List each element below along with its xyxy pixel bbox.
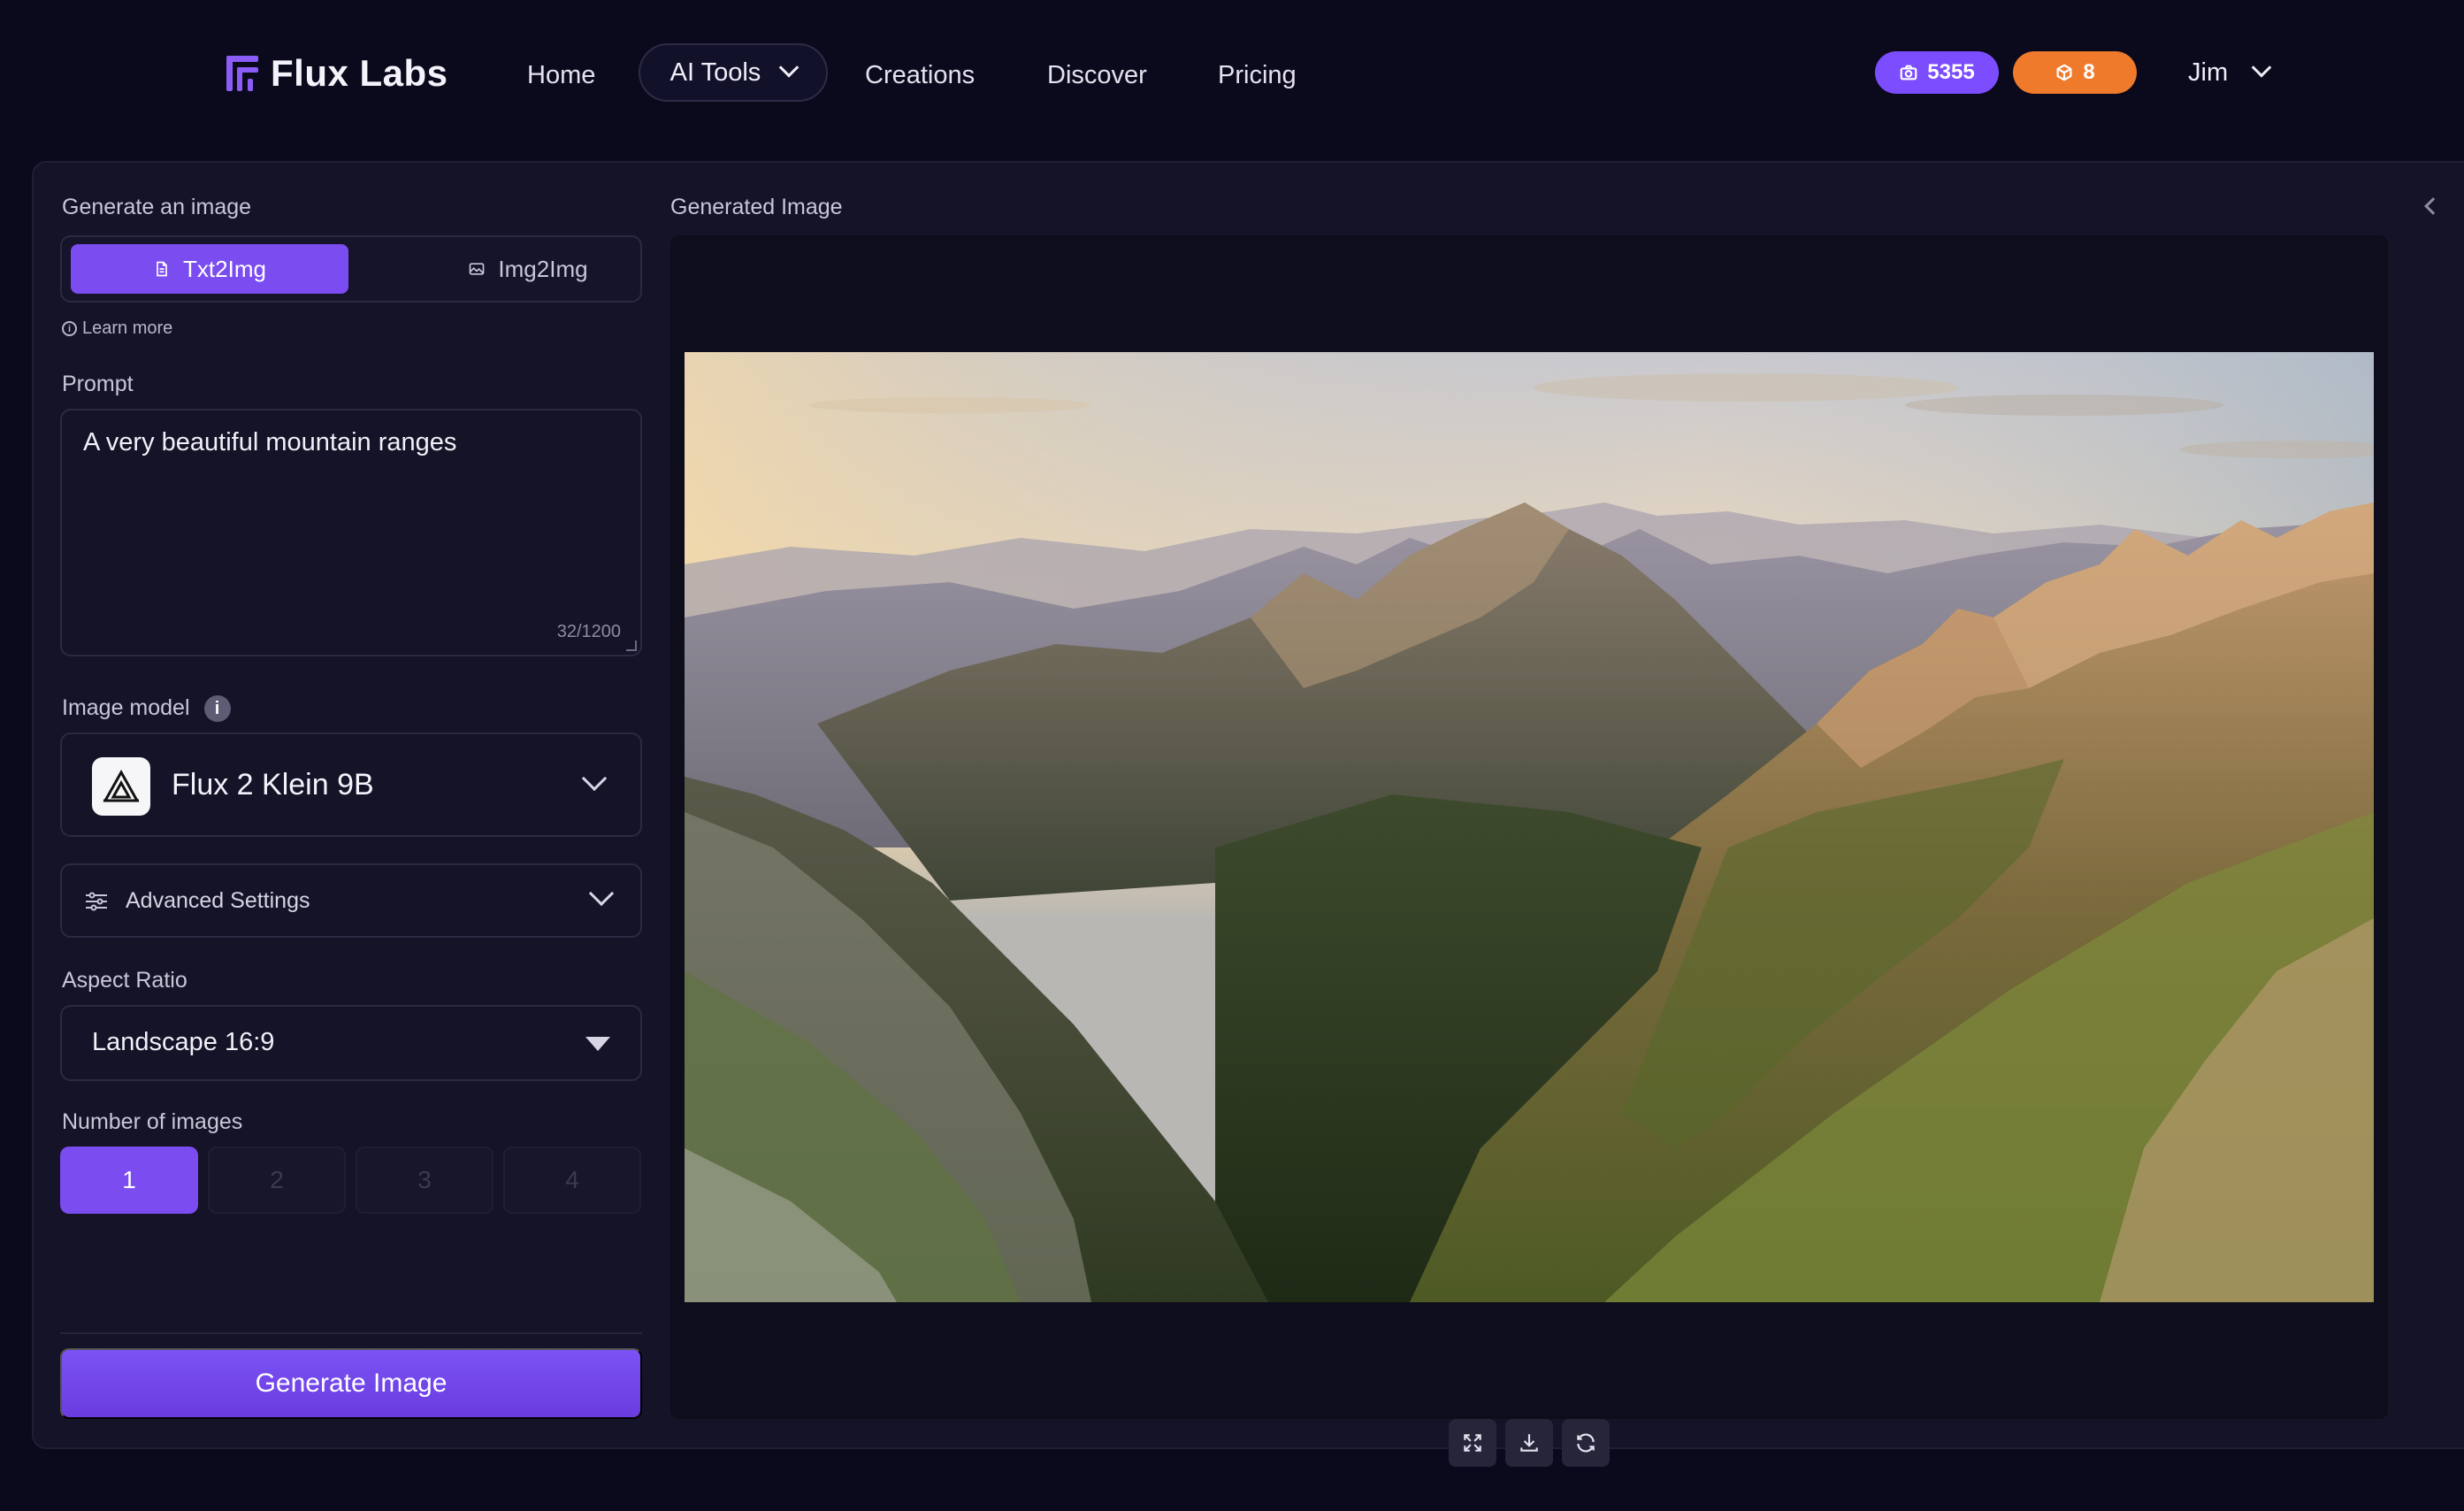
download-button[interactable]	[1505, 1419, 1553, 1467]
nav-ai-tools-label: AI Tools	[670, 58, 761, 87]
caret-down-icon	[585, 1037, 610, 1051]
chevron-down-icon	[588, 880, 615, 907]
mode-tabs: Txt2Img Img2Img	[60, 235, 642, 303]
image-count-2[interactable]: 2	[208, 1147, 346, 1214]
learn-more-link[interactable]: i Learn more	[62, 318, 172, 339]
model-logo-icon	[92, 757, 150, 816]
top-nav: Flux Labs Home AI Tools Creations Discov…	[0, 0, 2464, 150]
nav-creations[interactable]: Creations	[865, 53, 975, 97]
document-icon	[157, 261, 167, 277]
form-title: Generate an image	[62, 195, 252, 219]
generated-image[interactable]	[685, 352, 2374, 1302]
prompt-text[interactable]: A very beautiful mountain ranges	[83, 428, 456, 457]
image-count-4[interactable]: 4	[503, 1147, 641, 1214]
tab-txt2img-label: Txt2Img	[183, 255, 266, 282]
regenerate-icon	[1577, 1433, 1595, 1453]
image-icon	[470, 263, 485, 275]
regenerate-button[interactable]	[1562, 1419, 1610, 1467]
flux-logo-icon	[226, 56, 258, 91]
aspect-ratio-value: Landscape 16:9	[92, 1028, 275, 1056]
advanced-settings-toggle[interactable]: Advanced Settings	[60, 863, 642, 938]
image-count-label: Number of images	[62, 1109, 243, 1134]
credits-badge[interactable]: 5355	[1875, 51, 1999, 94]
camera-icon	[1900, 65, 1917, 81]
nav-ai-tools[interactable]: AI Tools	[639, 43, 828, 102]
chevron-down-icon	[2251, 58, 2272, 78]
info-icon[interactable]: i	[203, 695, 231, 723]
tab-img2img[interactable]: Img2Img	[417, 244, 639, 294]
advanced-settings-label: Advanced Settings	[126, 888, 310, 913]
brand-name: Flux Labs	[271, 52, 448, 94]
resize-handle-icon[interactable]	[626, 640, 637, 651]
user-name: Jim	[2188, 58, 2229, 87]
model-label-row: Image model i	[62, 695, 231, 723]
aspect-ratio-select[interactable]: Landscape 16:9	[60, 1005, 642, 1081]
credits-count: 5355	[1927, 60, 1975, 84]
nav-discover[interactable]: Discover	[1047, 53, 1147, 97]
nav-home[interactable]: Home	[527, 53, 595, 97]
prompt-counter: 32/1200	[556, 622, 621, 641]
gems-count: 8	[2083, 60, 2095, 84]
tab-img2img-label: Img2Img	[498, 255, 588, 282]
model-label: Image model	[62, 695, 190, 720]
learn-more-label: Learn more	[82, 318, 173, 338]
expand-icon	[1464, 1434, 1481, 1452]
output-title: Generated Image	[670, 195, 843, 219]
info-icon: i	[62, 321, 77, 336]
divider	[60, 1332, 642, 1334]
tab-txt2img[interactable]: Txt2Img	[71, 244, 348, 294]
prompt-input[interactable]: A very beautiful mountain ranges 32/1200	[60, 409, 642, 656]
gems-badge[interactable]: 8	[2013, 51, 2137, 94]
chevron-down-icon	[778, 58, 800, 78]
aspect-ratio-label: Aspect Ratio	[62, 968, 187, 993]
chevron-down-icon	[581, 765, 608, 792]
expand-button[interactable]	[1449, 1419, 1496, 1467]
image-count-1[interactable]: 1	[60, 1147, 198, 1214]
nav-pricing[interactable]: Pricing	[1218, 53, 1297, 97]
generate-image-button[interactable]: Generate Image	[60, 1348, 642, 1419]
image-toolbar	[1449, 1419, 1610, 1467]
image-count-selector: 1 2 3 4	[60, 1147, 642, 1216]
image-count-3[interactable]: 3	[356, 1147, 494, 1214]
download-icon	[1520, 1434, 1538, 1452]
sliders-icon	[86, 892, 107, 911]
model-select[interactable]: Flux 2 Klein 9B	[60, 732, 642, 837]
user-menu[interactable]: Jim	[2188, 50, 2272, 96]
brand-logo[interactable]: Flux Labs	[226, 50, 448, 97]
cube-icon	[2056, 64, 2072, 81]
model-name: Flux 2 Klein 9B	[172, 768, 374, 802]
prompt-label: Prompt	[62, 372, 134, 396]
